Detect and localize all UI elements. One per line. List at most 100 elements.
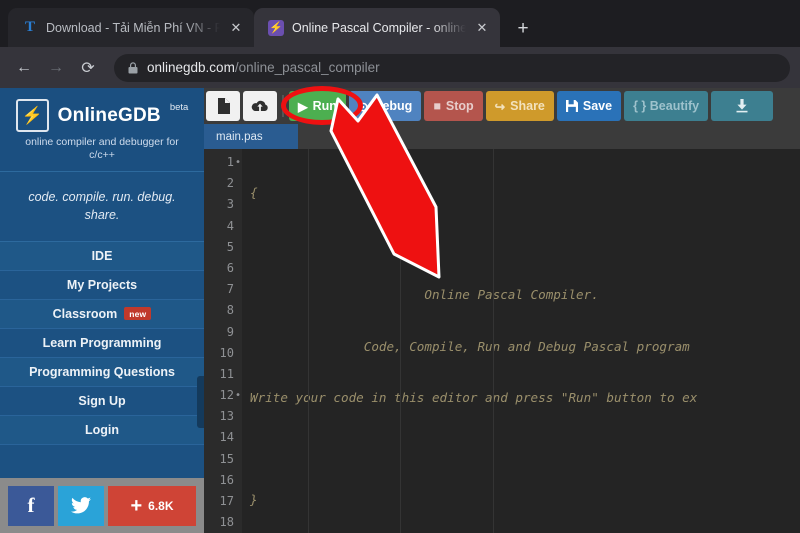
url-path: /online_pascal_compiler <box>235 60 380 75</box>
code-line <box>250 438 800 459</box>
new-tab-button[interactable]: + <box>508 13 538 43</box>
close-icon[interactable]: ✕ <box>474 20 490 36</box>
code-line: Online Pascal Compiler. <box>250 284 800 305</box>
sidebar-item-learn-programming[interactable]: Learn Programming <box>0 329 204 358</box>
beautify-button-label: { } Beautify <box>633 99 699 113</box>
sidebar-item-my-projects[interactable]: My Projects <box>0 271 204 300</box>
share-icon: ↪ <box>495 99 505 114</box>
sidebar-item-programming-questions[interactable]: Programming Questions <box>0 358 204 387</box>
code-editor[interactable]: 1 2 3 4 5 6 7 8 9 10 11 12 13 14 15 16 1 <box>204 149 800 533</box>
line-number: 4 <box>204 216 242 237</box>
sidebar-item-login[interactable]: Login <box>0 416 204 445</box>
forward-icon[interactable]: → <box>42 54 70 82</box>
browser-tab-2[interactable]: ⚡ Online Pascal Compiler - online c ✕ <box>254 8 500 47</box>
line-number: 14 <box>204 427 242 448</box>
line-number: 2 <box>204 173 242 194</box>
brand-row: ⚡ OnlineGDB beta <box>8 99 196 132</box>
browser-tabstrip: T Download - Tải Miễn Phí VN - Ph ✕ ⚡ On… <box>0 0 800 47</box>
twitter-icon <box>71 497 91 514</box>
beautify-button[interactable]: { } Beautify <box>624 91 708 121</box>
brand-subtitle: online compiler and debugger for c/c++ <box>8 136 196 162</box>
sidebar-item-classroom[interactable]: Classroom new <box>0 300 204 329</box>
sidebar-item-ide[interactable]: IDE <box>0 242 204 271</box>
line-number: 17 <box>204 491 242 512</box>
sidebar-item-label: Sign Up <box>78 394 125 408</box>
brand-name: OnlineGDB <box>58 105 161 127</box>
sidebar-item-label: IDE <box>92 249 113 263</box>
new-file-button[interactable] <box>206 91 240 121</box>
run-button-label: Run <box>313 99 337 113</box>
code-line: Write your code in this editor and press… <box>250 387 800 408</box>
close-icon[interactable]: ✕ <box>228 20 244 36</box>
share-count-button[interactable]: + 6.8K <box>108 486 196 526</box>
stop-button-label: Stop <box>446 99 474 113</box>
upload-file-button[interactable] <box>243 91 277 121</box>
line-number: 11 <box>204 364 242 385</box>
lock-icon <box>128 62 138 74</box>
save-button[interactable]: Save <box>557 91 621 121</box>
ide-toolbar: ▶ Run ⊙ Debug ■ Stop ↪ Share <box>204 88 800 124</box>
download-button[interactable] <box>711 91 773 121</box>
sidebar-item-sign-up[interactable]: Sign Up <box>0 387 204 416</box>
download-icon <box>735 99 749 113</box>
sidebar-item-label: Login <box>85 423 119 437</box>
address-bar-url: onlinegdb.com/online_pascal_compiler <box>147 60 380 75</box>
sidebar-item-label: Programming Questions <box>29 365 175 379</box>
new-file-icon <box>217 98 230 114</box>
sidebar: ⚡ OnlineGDB beta online compiler and deb… <box>0 88 204 533</box>
url-host: onlinegdb.com <box>147 60 235 75</box>
debug-button[interactable]: ⊙ Debug <box>349 91 421 121</box>
facebook-icon: f <box>28 493 35 518</box>
sidebar-tagline: code. compile. run. debug. share. <box>0 172 204 241</box>
debug-icon: ⊙ <box>358 99 368 114</box>
cloud-upload-icon <box>251 99 269 113</box>
save-button-label: Save <box>583 99 612 113</box>
browser-tab-1-title: Download - Tải Miễn Phí VN - Ph <box>46 21 220 35</box>
floppy-disk-icon <box>566 100 578 112</box>
twitter-share-button[interactable] <box>58 486 104 526</box>
page-content: ⚡ OnlineGDB beta online compiler and deb… <box>0 88 800 533</box>
letter-t-icon: T <box>22 20 38 36</box>
code-line: Code, Compile, Run and Debug Pascal prog… <box>250 336 800 357</box>
sidebar-item-label: My Projects <box>67 278 137 292</box>
share-button[interactable]: ↪ Share <box>486 91 554 121</box>
run-button[interactable]: ▶ Run <box>289 91 346 121</box>
bolt-icon: ⚡ <box>268 20 284 36</box>
toolbar-separator <box>282 95 284 117</box>
new-badge: new <box>124 307 151 320</box>
browser-navbar: ← → ⟳ onlinegdb.com/online_pascal_compil… <box>0 47 800 88</box>
file-tab-main-pas[interactable]: main.pas <box>204 124 298 149</box>
line-number: 6 <box>204 258 242 279</box>
code-line: { <box>250 182 800 203</box>
line-number: 16 <box>204 470 242 491</box>
editor-gutter: 1 2 3 4 5 6 7 8 9 10 11 12 13 14 15 16 1 <box>204 149 242 533</box>
editor-file-tabs: main.pas <box>204 124 800 149</box>
sidebar-item-label: Classroom <box>53 307 118 321</box>
browser-tab-1[interactable]: T Download - Tải Miễn Phí VN - Ph ✕ <box>8 8 254 47</box>
beta-badge: beta <box>170 102 189 113</box>
ide-panel: ▶ Run ⊙ Debug ■ Stop ↪ Share <box>204 88 800 533</box>
line-number: 1 <box>204 152 242 173</box>
line-number: 5 <box>204 237 242 258</box>
line-number: 9 <box>204 322 242 343</box>
reload-icon[interactable]: ⟳ <box>74 54 102 82</box>
line-number: 13 <box>204 406 242 427</box>
line-number: 7 <box>204 279 242 300</box>
code-line <box>250 233 800 254</box>
line-number: 18 <box>204 512 242 533</box>
editor-code-area[interactable]: { Online Pascal Compiler. Code, Compile,… <box>242 149 800 533</box>
line-number: 10 <box>204 343 242 364</box>
line-number: 3 <box>204 194 242 215</box>
plus-icon: + <box>130 496 142 516</box>
bolt-logo-icon: ⚡ <box>16 99 49 132</box>
share-button-label: Share <box>510 99 545 113</box>
line-number: 8 <box>204 300 242 321</box>
back-icon[interactable]: ← <box>10 54 38 82</box>
code-line: } <box>250 489 800 510</box>
browser-tab-2-title: Online Pascal Compiler - online c <box>292 21 466 35</box>
file-tab-label: main.pas <box>216 131 263 143</box>
stop-button[interactable]: ■ Stop <box>424 91 482 121</box>
address-bar[interactable]: onlinegdb.com/online_pascal_compiler <box>114 54 790 82</box>
line-number: 15 <box>204 449 242 470</box>
facebook-share-button[interactable]: f <box>8 486 54 526</box>
